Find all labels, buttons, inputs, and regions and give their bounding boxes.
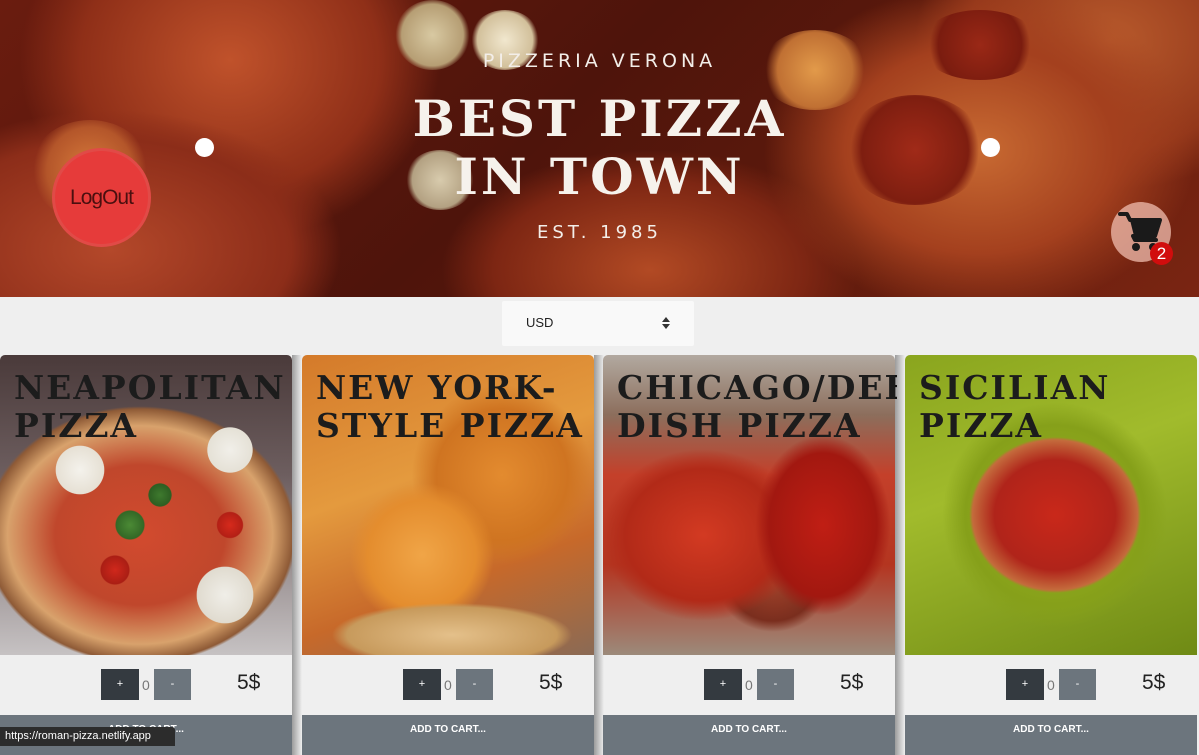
product-name: NEW YORK-STYLE PIZZA: [316, 368, 584, 445]
select-arrows-icon: [661, 316, 671, 330]
add-to-cart-button[interactable]: ADD TO CART...: [603, 715, 895, 755]
increase-qty-button[interactable]: +: [704, 669, 742, 700]
card-shadow: [292, 355, 302, 755]
card-shadow: [895, 355, 905, 755]
logout-button[interactable]: LogOut: [52, 148, 151, 247]
add-to-cart-button[interactable]: ADD TO CART...: [905, 715, 1197, 755]
brand-name: PIZZERIA VERONA: [482, 50, 717, 72]
increase-qty-button[interactable]: +: [101, 669, 139, 700]
product-card: NEAPOLITAN PIZZA + 0 - 5$ ADD TO CART...: [0, 355, 302, 755]
decrease-qty-button[interactable]: -: [1059, 669, 1096, 700]
product-name: NEAPOLITAN PIZZA: [14, 368, 286, 445]
decrease-qty-button[interactable]: -: [757, 669, 794, 700]
decrease-qty-button[interactable]: -: [154, 669, 191, 700]
quantity-value: 0: [745, 677, 753, 693]
hero-title: BEST PIZZA IN TOWN: [0, 90, 1199, 206]
add-to-cart-button[interactable]: ADD TO CART...: [302, 715, 594, 755]
quantity-value: 0: [1047, 677, 1055, 693]
currency-select[interactable]: USD: [502, 301, 694, 346]
cart-count-badge: 2: [1150, 242, 1173, 265]
hero-banner: PIZZERIA VERONA BEST PIZZA IN TOWN EST. …: [0, 0, 1199, 297]
status-bar-url: https://roman-pizza.netlify.app: [0, 727, 175, 746]
quantity-value: 0: [142, 677, 150, 693]
product-price: 5$: [1142, 671, 1166, 694]
product-card: SICILIAN PIZZA + 0 - 5$ ADD TO CART...: [905, 355, 1197, 755]
hero-title-line1: BEST PIZZA: [412, 89, 787, 148]
established-year: EST. 1985: [537, 222, 662, 243]
product-price: 5$: [539, 671, 563, 694]
increase-qty-button[interactable]: +: [1006, 669, 1044, 700]
product-card: NEW YORK-STYLE PIZZA + 0 - 5$ ADD TO CAR…: [302, 355, 604, 755]
quantity-value: 0: [444, 677, 452, 693]
product-name: CHICAGO/DEEP DISH PIZZA: [617, 369, 897, 445]
product-card: CHICAGO/DEEP DISH PIZZA + 0 - 5$ ADD TO …: [603, 355, 905, 755]
increase-qty-button[interactable]: +: [403, 669, 441, 700]
decrease-qty-button[interactable]: -: [456, 669, 493, 700]
product-price: 5$: [237, 671, 261, 694]
currency-value: USD: [526, 315, 554, 330]
hero-title-line2: IN TOWN: [454, 147, 745, 206]
product-name: SICILIAN PIZZA: [919, 368, 1111, 445]
product-price: 5$: [840, 671, 864, 694]
